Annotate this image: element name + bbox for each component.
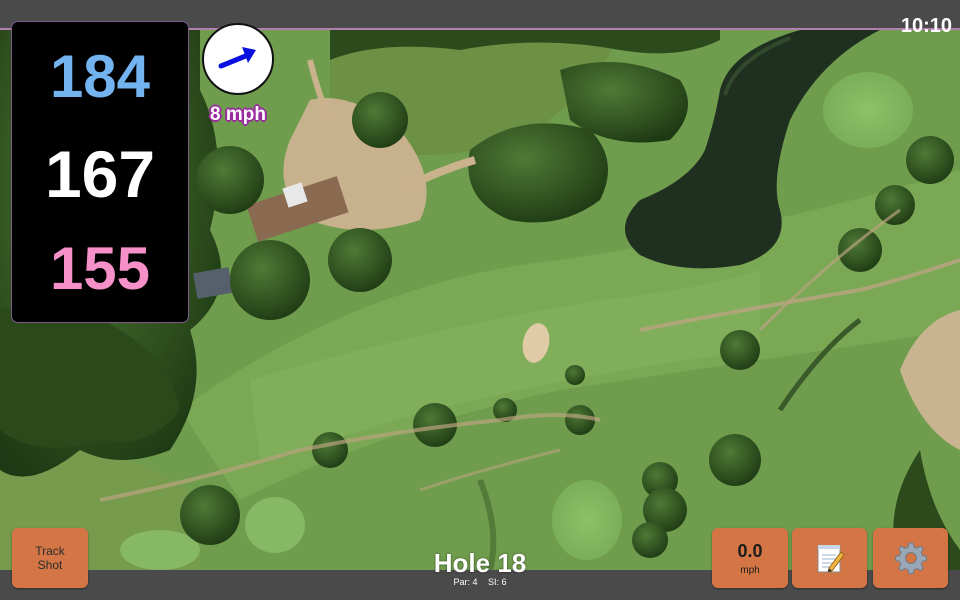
front-distance: 155 (49, 235, 151, 302)
back-distance: 184 (49, 43, 151, 110)
speed-unit: mph (740, 564, 760, 576)
wind-direction-indicator[interactable] (202, 23, 274, 95)
hole-meta: Par: 4 SI: 6 (380, 577, 580, 587)
clock: 10:10 (900, 15, 952, 37)
track-shot-label-line2: Shot (37, 558, 63, 572)
wind-speed-label: 8 mph (210, 104, 266, 125)
track-shot-button[interactable]: Track Shot (12, 528, 88, 588)
hole-stroke-index: SI: 6 (488, 577, 507, 587)
distance-panel: 184 167 155 (12, 22, 188, 322)
hole-title: Hole 18 (433, 548, 527, 578)
notes-button[interactable] (792, 528, 867, 588)
speed-button[interactable]: 0.0 mph (712, 528, 788, 588)
wind-arrow-icon (218, 47, 256, 69)
notepad-icon (817, 545, 845, 573)
middle-distance: 167 (44, 137, 156, 211)
gear-icon (894, 542, 927, 575)
hole-par: Par: 4 (453, 577, 478, 587)
speed-value: 0.0 (737, 540, 763, 561)
settings-button[interactable] (873, 528, 948, 588)
track-shot-label-line1: Track (35, 544, 65, 558)
